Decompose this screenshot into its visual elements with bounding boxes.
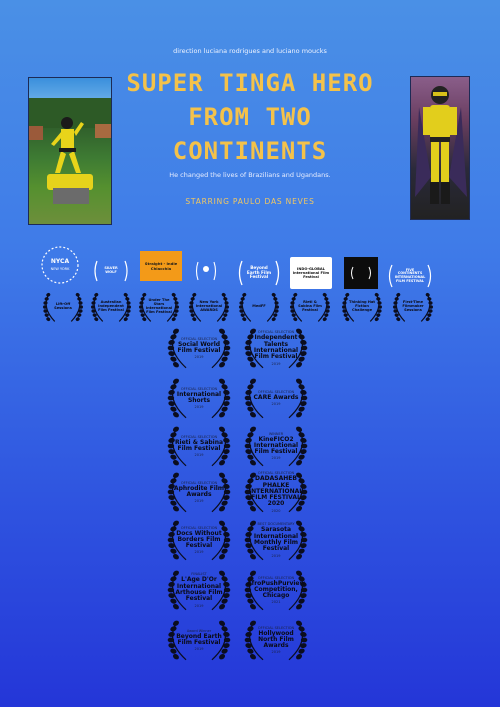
- laurel-title: New York International AWARDS: [195, 300, 223, 312]
- laurel-column-item: OFFICIAL SELECTION International Shorts 20…: [163, 376, 235, 420]
- laurel-column-item: OFFICIAL SELECTION AfroPushPurview Compet…: [240, 568, 312, 612]
- laurel-title: First-Time Filmmaker Sessions: [402, 300, 424, 312]
- laurel-column-item: OFFICIAL SELECTION Independent Talents In…: [240, 326, 312, 370]
- laurel-row2-item: MedFF: [236, 291, 282, 323]
- laurel-year: 2020: [271, 508, 281, 513]
- laurel-year: 2019: [271, 361, 281, 366]
- laurel-beyond-earth: Beyond Earth Film Festival: [236, 258, 282, 288]
- film-poster: direction luciana rodrigues and luciano …: [0, 0, 500, 707]
- laurel-column-item: OFFICIAL SELECTION CARE Awards 2019: [240, 376, 312, 420]
- laurel-year: 2019: [271, 553, 281, 558]
- laurel-year: 2021: [271, 600, 281, 605]
- laurel-title: INDO-GLOBAL International Film Festival: [292, 267, 330, 279]
- laurel-subtitle: NEW YORK: [50, 266, 70, 271]
- laurel-title: L'Age D'Or International Arthouse Film F…: [175, 576, 223, 603]
- laurel-label: OFFICIAL SELECTION: [257, 575, 295, 580]
- laurel-indo-global: INDO-GLOBAL International Film Festival: [290, 257, 332, 289]
- laurel-row2-item: Under The Stars International Film Festi…: [136, 291, 182, 323]
- laurel-title: Rieti & Sabina Film Festival: [298, 300, 322, 312]
- laurel-year: 2019: [194, 499, 204, 504]
- laurel-row2-item: First-Time Filmmaker Sessions: [390, 291, 436, 323]
- laurel-title: Hollywood North Film Awards: [258, 629, 294, 650]
- laurel-label: OFFICIAL SELECTION: [257, 625, 295, 630]
- laurel-silver-wolf: SILVER WOLF: [92, 258, 130, 284]
- laurel-year: 2019: [194, 405, 204, 410]
- laurel-column-item: WINNER KineFICO2 International Film Festi…: [240, 424, 312, 468]
- laurel-year: 2019: [271, 402, 281, 407]
- laurel-title: Lift-Off Sessions: [54, 302, 72, 310]
- laurel-year: 2019: [271, 650, 281, 655]
- laurel-title: FIVE CONTINENTS INTERNATIONAL FILM FESTI…: [394, 267, 426, 283]
- laurel-title: AfroPushPurview Competition, Chicago: [246, 579, 306, 600]
- laurel-indie-logo: Straight - Indie Chiacchia: [140, 251, 182, 281]
- laurel-title: MedFF: [252, 304, 266, 309]
- photo-hero-illustration: [410, 76, 470, 220]
- laurel-column-item: OFFICIAL SELECTION DADASAHEB PHALKE INTER…: [240, 470, 312, 514]
- laurel-row2-item: Lift-Off Sessions: [40, 291, 86, 323]
- laurel-year: 2019: [194, 355, 204, 360]
- laurel-row2-item: Thinking Hat Fiction Challenge: [339, 291, 385, 323]
- laurel-year: 2019: [271, 456, 281, 461]
- laurel-title: Docs Without Borders Film Festival: [176, 529, 222, 550]
- laurel-title: Straight - Indie Chiacchia: [144, 261, 178, 271]
- laurel-label: OFFICIAL SELECTION: [180, 525, 218, 530]
- laurel-title: Rieti & Sabina Film Festival: [174, 438, 224, 452]
- laurel-dark-logo: [344, 257, 378, 289]
- laurel-small-emblem: [194, 259, 218, 283]
- emblem-icon: [195, 261, 217, 281]
- laurel-title: Under The Stars International Film Festi…: [145, 298, 173, 314]
- laurel-five-continents: FIVE CONTINENTS INTERNATIONAL FILM FESTI…: [386, 262, 434, 290]
- laurel-column-item: OFFICIAL SELECTION Aphrodite Film Awards 2…: [163, 470, 235, 514]
- hero-statue-illustration: [29, 98, 111, 204]
- laurel-title: Sarasota International Monthly Film Fest…: [253, 526, 299, 553]
- direction-credit: direction luciana rodrigues and luciano …: [173, 47, 327, 55]
- hero-costume-illustration: [415, 86, 467, 204]
- laurel-row2-item: New York International AWARDS: [186, 291, 232, 323]
- laurel-nyca: NYCA NEW YORK: [40, 245, 80, 285]
- laurel-year: 2019: [194, 453, 204, 458]
- laurel-title: NYCA: [50, 258, 70, 266]
- laurel-year: 2019: [194, 550, 204, 555]
- laurel-title: DADASAHEB PHALKE INTERNATIONAL FILM FEST…: [248, 475, 304, 508]
- laurel-row2-item: Australian Independent Film Festival: [88, 291, 134, 323]
- laurel-column-item: OFFICIAL SELECTION Rieti & Sabina Film Fe…: [163, 424, 235, 468]
- laurel-title: Thinking Hat Fiction Challenge: [349, 300, 375, 312]
- laurel-title: KineFICO2 International Film Festival: [253, 435, 299, 456]
- laurel-title: Beyond Earth Film Festival: [176, 632, 222, 646]
- laurel-title: Beyond Earth Film Festival: [246, 265, 272, 280]
- laurel-title: Aphrodite Film Awards: [173, 484, 225, 498]
- laurel-column-item: BEST DOCUMENTARY Sarasota International M…: [240, 518, 312, 562]
- photo-hero-statue: [28, 77, 112, 225]
- laurel-row2-item: Rieti & Sabina Film Festival: [287, 291, 333, 323]
- laurel-title: SILVER WOLF: [104, 266, 118, 274]
- laurel-title: CARE Awards: [253, 393, 299, 401]
- laurel-year: 2019: [194, 603, 204, 608]
- laurel-title: Social World Film Festival: [177, 340, 221, 354]
- laurel-column-item: OFFICIAL SELECTION Docs Without Borders F…: [163, 518, 235, 562]
- laurel-label: WINNER: [268, 431, 284, 436]
- laurel-column-item: Award Winner Beyond Earth Film Festival 20…: [163, 618, 235, 662]
- laurel-year: 2019: [194, 647, 204, 652]
- laurel-title: Australian Independent Film Festival: [98, 300, 124, 312]
- laurel-column-item: OFFICIAL SELECTION Hollywood North Film A…: [240, 618, 312, 662]
- laurel-title: Independent Talents International Film F…: [253, 334, 299, 361]
- laurel-column-item: FINALIST L'Age D'Or International Arthous…: [163, 568, 235, 612]
- laurel-wreath-icon: [351, 266, 371, 280]
- laurel-title: International Shorts: [176, 390, 222, 404]
- laurel-column-item: OFFICIAL SELECTION Social World Film Fest…: [163, 326, 235, 370]
